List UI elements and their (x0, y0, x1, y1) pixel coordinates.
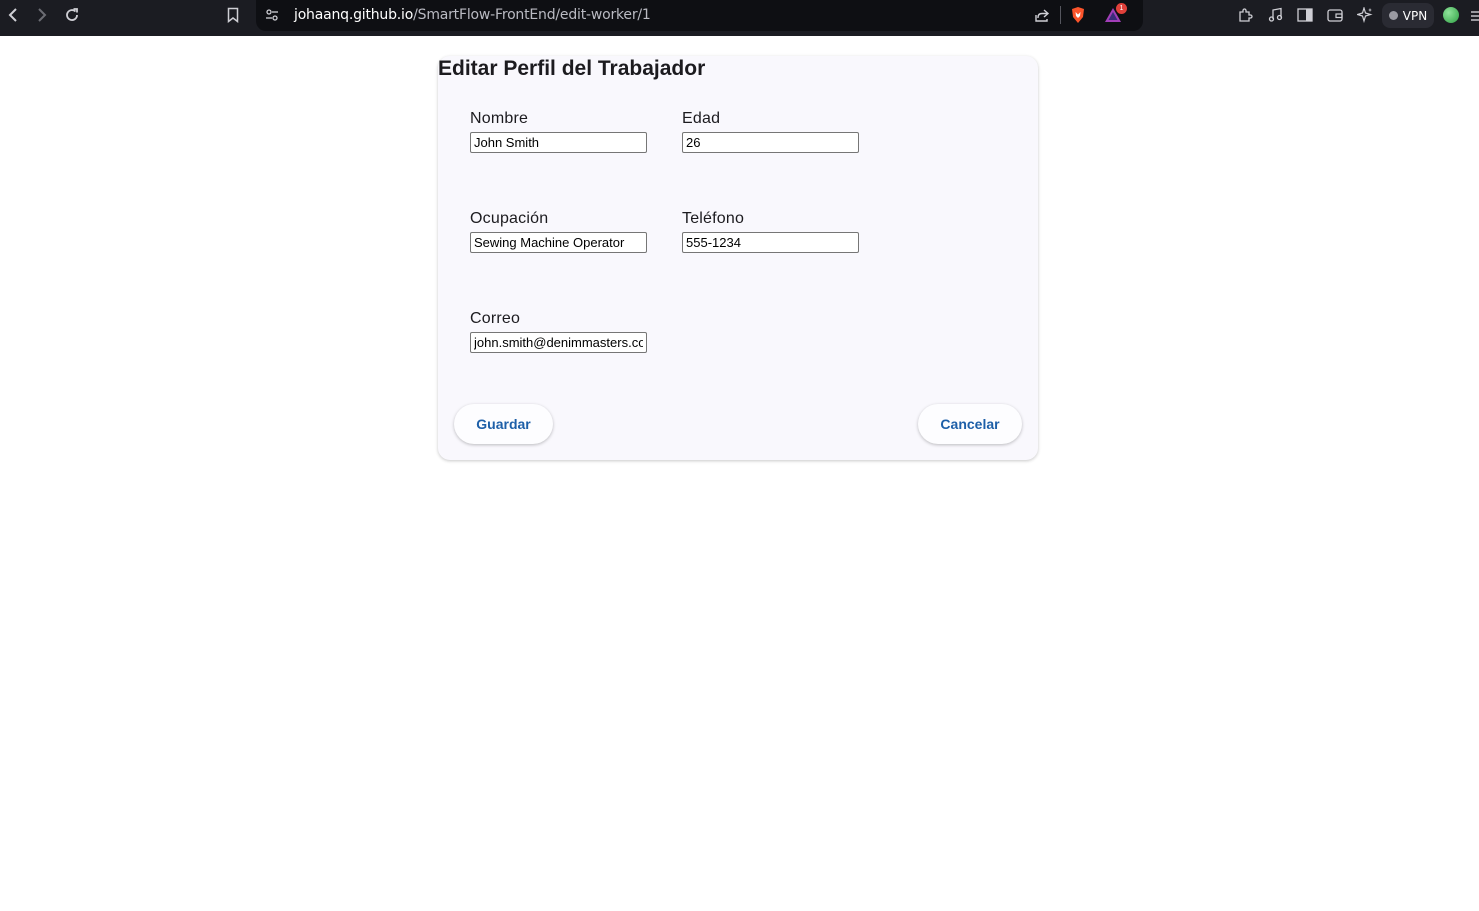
edad-label: Edad (682, 110, 721, 127)
bookmark-icon[interactable] (224, 0, 242, 30)
sidebar-icon[interactable] (1295, 0, 1315, 30)
url-path: /SmartFlow-FrontEnd/edit-worker/1 (413, 7, 651, 23)
edit-worker-card: Editar Perfil del Trabajador Nombre Edad… (438, 56, 1038, 460)
telefono-input[interactable] (682, 232, 859, 253)
url-host: johaanq.github.io (294, 7, 414, 23)
correo-input[interactable] (470, 332, 647, 353)
forward-icon[interactable] (33, 0, 51, 30)
edad-input[interactable] (682, 132, 859, 153)
vpn-status-icon (1388, 11, 1398, 20)
reload-icon[interactable] (62, 0, 82, 30)
wallet-icon[interactable] (1325, 0, 1345, 30)
vpn-button[interactable]: VPN (1382, 3, 1434, 28)
profile-avatar-icon[interactable] (1443, 7, 1459, 23)
nombre-field: Nombre (470, 110, 647, 153)
extensions-icon[interactable] (1235, 0, 1255, 30)
nombre-input[interactable] (470, 132, 647, 153)
media-icon[interactable] (1265, 0, 1285, 30)
back-icon[interactable] (4, 0, 22, 30)
page-title: Editar Perfil del Trabajador (438, 57, 706, 80)
nombre-label: Nombre (470, 110, 529, 127)
menu-icon[interactable] (1468, 0, 1479, 30)
edad-field: Edad (682, 110, 859, 153)
correo-label: Correo (470, 310, 521, 327)
url-text[interactable]: johaanq.github.io/SmartFlow-FrontEnd/edi… (294, 7, 651, 23)
leo-ai-icon[interactable] (1355, 0, 1375, 30)
telefono-field: Teléfono (682, 210, 859, 253)
ocupacion-field: Ocupación (470, 210, 647, 253)
ocupacion-input[interactable] (470, 232, 647, 253)
site-settings-icon[interactable] (262, 0, 282, 30)
notification-badge: 1 (1116, 3, 1127, 14)
ocupacion-label: Ocupación (470, 210, 549, 227)
share-icon[interactable] (1032, 0, 1052, 30)
save-button[interactable]: Guardar (454, 404, 553, 444)
cancel-button[interactable]: Cancelar (918, 404, 1022, 444)
telefono-label: Teléfono (682, 210, 745, 227)
brave-shield-icon[interactable] (1068, 0, 1088, 30)
address-bar[interactable]: johaanq.github.io/SmartFlow-FrontEnd/edi… (256, 0, 1143, 31)
url-divider (1060, 6, 1061, 24)
browser-toolbar: johaanq.github.io/SmartFlow-FrontEnd/edi… (0, 0, 1479, 36)
correo-field: Correo (470, 310, 647, 353)
vpn-label: VPN (1402, 8, 1428, 23)
